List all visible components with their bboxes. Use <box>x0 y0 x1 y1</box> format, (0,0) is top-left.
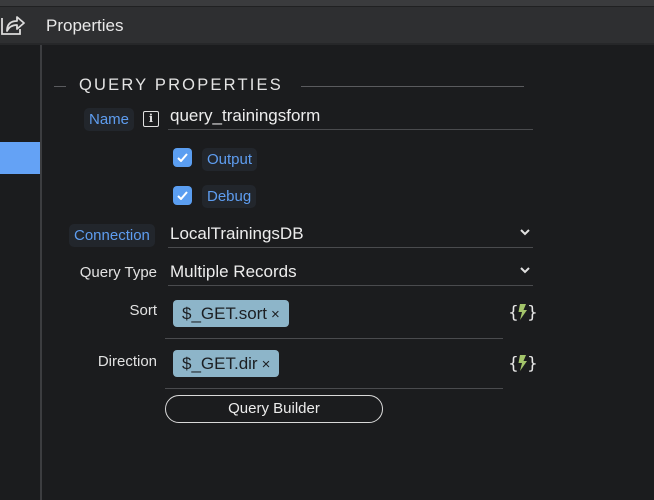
info-icon[interactable]: i <box>143 111 159 127</box>
svg-text:{: { <box>508 303 519 323</box>
query-type-select[interactable]: Multiple Records <box>168 262 533 286</box>
direction-label: Direction <box>97 353 157 370</box>
remove-tag-icon[interactable]: × <box>271 306 280 323</box>
section-title: QUERY PROPERTIES <box>79 76 283 94</box>
window-top-strip <box>0 0 654 7</box>
panel-title: Properties <box>46 16 124 35</box>
panel-header: Properties <box>0 7 654 45</box>
name-input[interactable]: query_trainingsform <box>168 106 533 130</box>
divider-right <box>301 86 524 87</box>
section-header: QUERY PROPERTIES <box>54 74 524 98</box>
left-sidebar <box>0 45 42 500</box>
query-type-value: Multiple Records <box>170 262 297 281</box>
query-builder-button[interactable]: Query Builder <box>165 395 383 423</box>
debug-label[interactable]: Debug <box>202 185 257 208</box>
svg-text:}: } <box>527 303 536 323</box>
output-label[interactable]: Output <box>202 148 258 171</box>
direction-underline <box>165 388 503 389</box>
sidebar-active-item[interactable] <box>0 142 40 174</box>
checkmark-icon <box>177 153 188 162</box>
chevron-down-icon <box>520 229 530 236</box>
sort-tag[interactable]: $_GET.sort × <box>173 300 289 327</box>
dynamic-data-icon[interactable]: { } <box>508 352 536 374</box>
remove-tag-icon[interactable]: × <box>262 356 271 373</box>
query-type-label: Query Type <box>79 264 157 281</box>
direction-tag-text: $_GET.dir <box>182 354 258 373</box>
output-checkbox[interactable] <box>173 148 192 167</box>
name-label: Name <box>84 108 135 131</box>
chevron-down-icon <box>520 267 530 274</box>
connection-label: Connection <box>69 224 155 247</box>
divider-left <box>54 86 66 87</box>
sort-label: Sort <box>129 302 157 319</box>
svg-text:{: { <box>508 354 519 374</box>
svg-text:}: } <box>527 354 536 374</box>
debug-checkbox[interactable] <box>173 186 192 205</box>
checkmark-icon <box>177 191 188 200</box>
connection-select[interactable]: LocalTrainingsDB <box>168 224 533 248</box>
name-value: query_trainingsform <box>170 106 321 125</box>
connection-value: LocalTrainingsDB <box>170 224 304 243</box>
sort-underline <box>165 338 503 339</box>
share-arrow-icon[interactable] <box>0 11 26 37</box>
sort-tag-text: $_GET.sort <box>182 304 268 323</box>
dynamic-data-icon[interactable]: { } <box>508 301 536 323</box>
direction-tag[interactable]: $_GET.dir × <box>173 350 280 377</box>
